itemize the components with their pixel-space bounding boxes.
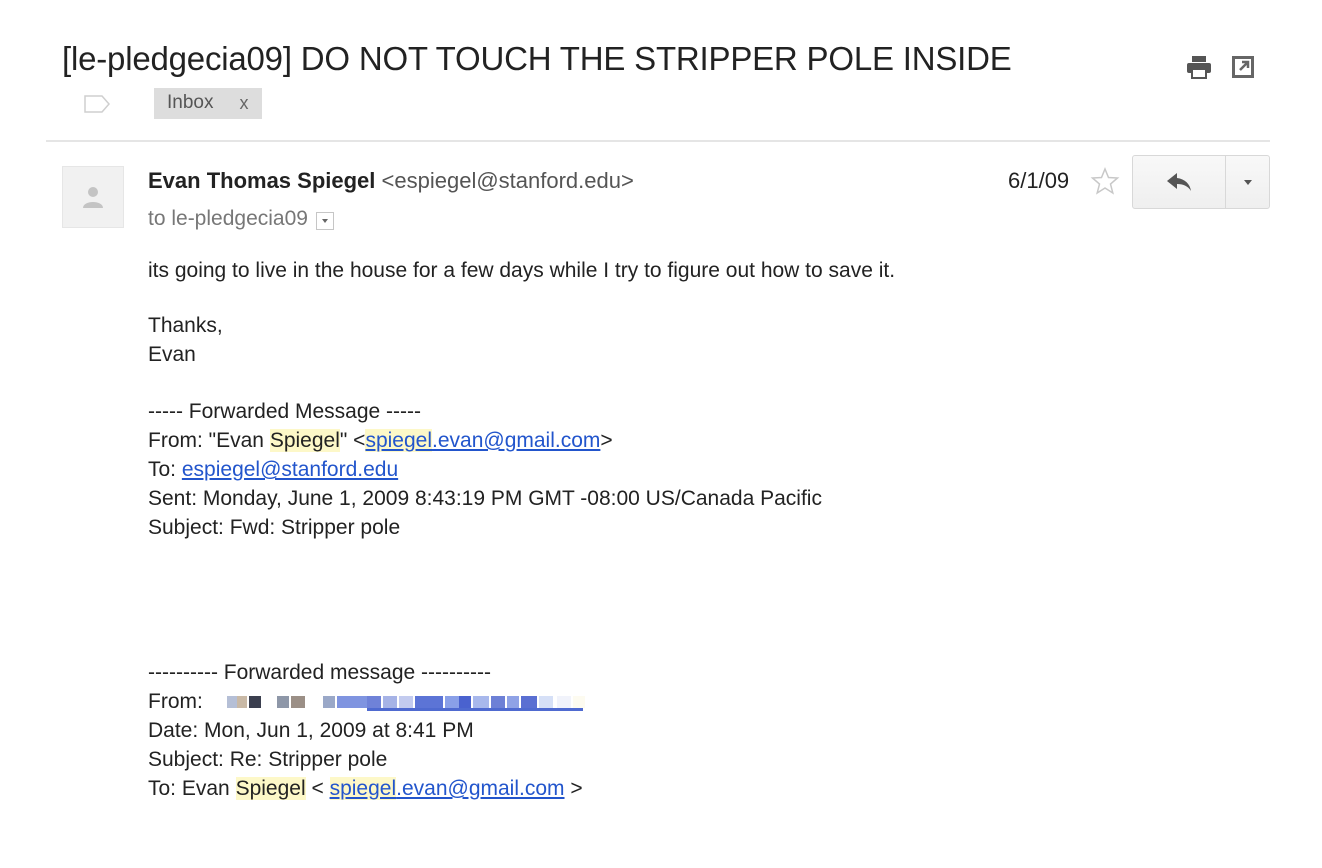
- forwarded-date-2: Date: Mon, Jun 1, 2009 at 8:41 PM: [148, 719, 474, 742]
- highlighted-link-part: spiegel: [329, 777, 397, 800]
- forwarded-subject-1: Subject: Fwd: Stripper pole: [148, 516, 401, 539]
- label-chip-text: Inbox: [167, 92, 214, 113]
- sender-name[interactable]: Evan Thomas Spiegel: [148, 168, 375, 193]
- reply-button-group: [1132, 155, 1270, 209]
- highlighted-name: Spiegel: [269, 429, 340, 452]
- fwd-to-prefix: To:: [148, 458, 182, 481]
- recipient-line: to le-pledgecia09: [148, 207, 334, 231]
- link-rest: .evan@gmail.com: [432, 429, 601, 452]
- reply-button[interactable]: [1133, 156, 1226, 208]
- sender-email: <espiegel@stanford.edu>: [381, 168, 634, 193]
- forwarded-to-2: To: Evan Spiegel < spiegel.evan@gmail.co…: [148, 774, 895, 803]
- fwd2-to-suffix: >: [564, 777, 583, 800]
- message-body: its going to live in the house for a few…: [148, 256, 895, 803]
- chevron-down-icon: [321, 218, 328, 223]
- remove-label-button[interactable]: x: [239, 93, 248, 114]
- fwd2-from-label: From:: [148, 690, 203, 713]
- more-actions-button[interactable]: [1226, 156, 1269, 208]
- sender-line: Evan Thomas Spiegel <espiegel@stanford.e…: [148, 168, 634, 194]
- message-toolbar: [1186, 54, 1256, 80]
- chevron-down-icon: [1243, 180, 1252, 185]
- forwarded-header-2: ---------- Forwarded message ----------: [148, 661, 491, 684]
- labels-row: Inbox x: [84, 88, 263, 119]
- to-email-link[interactable]: spiegel.evan@gmail.com: [329, 777, 565, 800]
- forwarded-to-1: To: espiegel@stanford.edu: [148, 455, 895, 484]
- redacted-sender: [226, 692, 607, 712]
- avatar: [62, 166, 124, 228]
- fwd-from-mid: " <: [339, 429, 366, 452]
- print-icon[interactable]: [1186, 54, 1212, 80]
- recipient-email-link[interactable]: espiegel@stanford.edu: [182, 458, 398, 481]
- fwd2-to-prefix: To: Evan: [148, 777, 236, 800]
- forwarded-from-2: From:: [148, 687, 895, 716]
- person-icon: [83, 187, 103, 208]
- label-outline-icon[interactable]: [84, 94, 110, 113]
- label-chip-inbox: Inbox x: [154, 88, 263, 119]
- show-details-button[interactable]: [315, 211, 334, 230]
- forwarded-header-1: ----- Forwarded Message -----: [148, 400, 422, 423]
- new-window-icon[interactable]: [1230, 54, 1256, 80]
- highlighted-link-part: spiegel: [365, 429, 433, 452]
- link-rest: .evan@gmail.com: [396, 777, 565, 800]
- body-thanks: Thanks,: [148, 314, 223, 337]
- body-intro: its going to live in the house for a few…: [148, 259, 896, 282]
- highlighted-name: Spiegel: [235, 777, 306, 800]
- fwd-from-suffix: >: [600, 429, 613, 452]
- recipient-text: to le-pledgecia09: [148, 207, 308, 230]
- forwarded-subject-2: Subject: Re: Stripper pole: [148, 748, 388, 771]
- forwarded-from-1: From: "Evan Spiegel" <spiegel.evan@gmail…: [148, 426, 895, 455]
- email-subject: [le-pledgecia09] DO NOT TOUCH THE STRIPP…: [62, 40, 1012, 77]
- message-date: 6/1/09: [1008, 168, 1070, 193]
- forwarded-sent-1: Sent: Monday, June 1, 2009 8:43:19 PM GM…: [148, 487, 822, 510]
- fwd2-to-mid: <: [305, 777, 330, 800]
- header-divider: [46, 140, 1270, 142]
- star-icon[interactable]: [1090, 166, 1120, 196]
- reply-icon: [1167, 173, 1191, 191]
- body-signoff: Evan: [148, 343, 196, 366]
- sender-email-link[interactable]: spiegel.evan@gmail.com: [365, 429, 600, 452]
- fwd-from-prefix: From: "Evan: [148, 429, 270, 452]
